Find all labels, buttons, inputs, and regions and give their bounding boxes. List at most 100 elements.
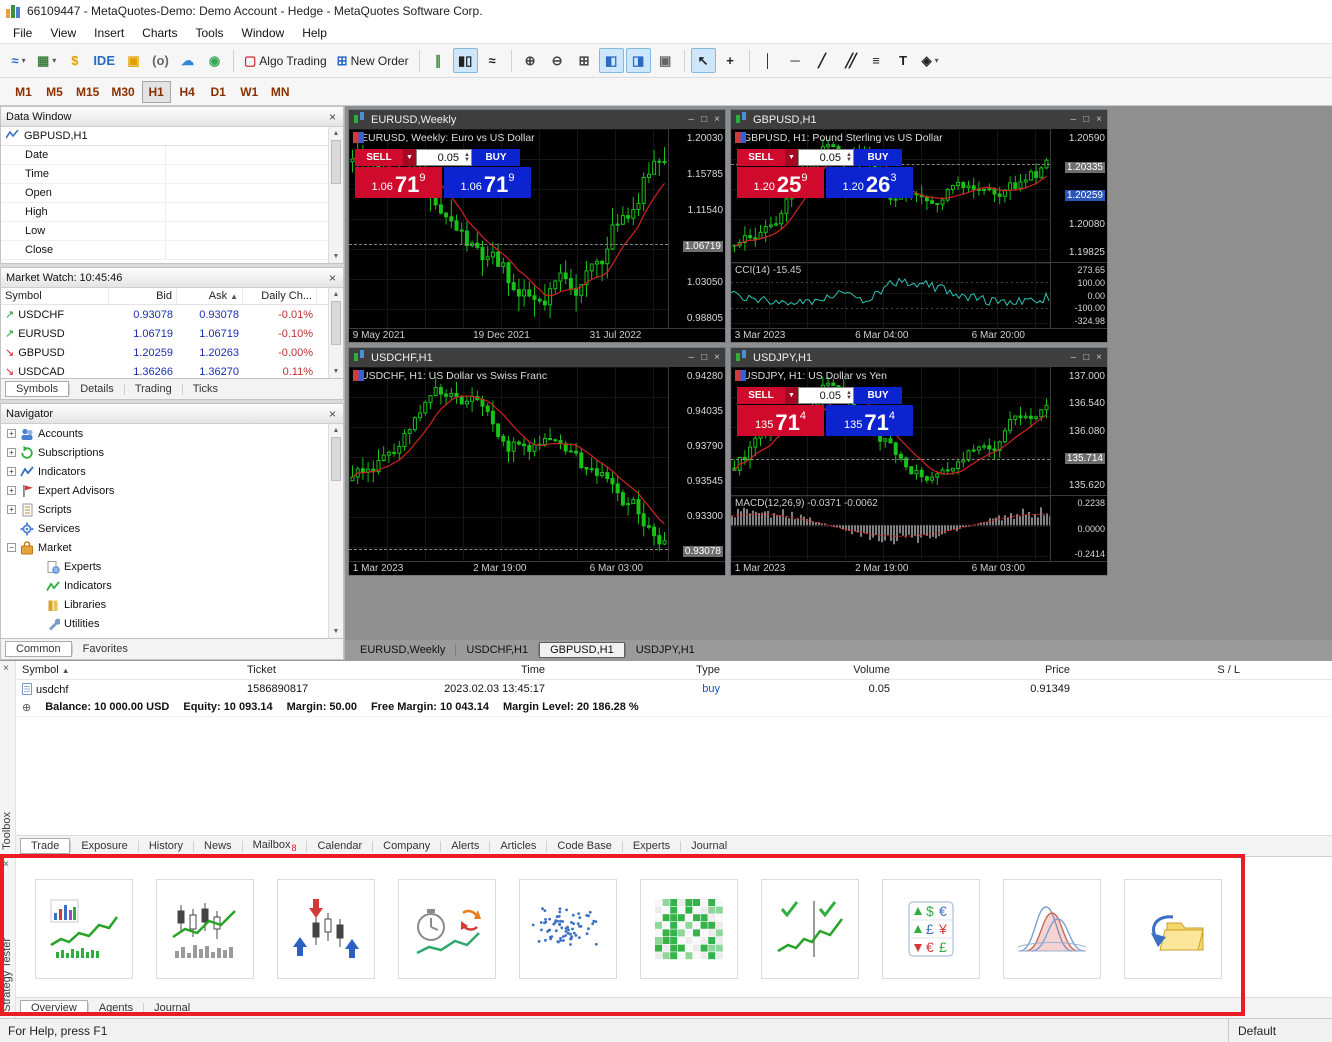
navigator-item-indicators[interactable]: Indicators — [1, 576, 343, 595]
navigator-item-libraries[interactable]: Libraries — [1, 595, 343, 614]
timeframe-d1[interactable]: D1 — [204, 81, 233, 103]
market-watch-row-usdcad[interactable]: ↘USDCAD1.362661.362700.11% — [1, 362, 343, 378]
scroll-up-icon[interactable]: ▲ — [329, 127, 343, 140]
column-header-time[interactable]: Time — [411, 664, 551, 676]
signals-button[interactable]: (o) — [148, 48, 173, 73]
column-header-symbol[interactable]: Symbol — [1, 288, 109, 304]
minimize-icon[interactable]: – — [1071, 114, 1077, 125]
toolbox-tab-code-base[interactable]: Code Base — [547, 838, 621, 854]
new-chart-button[interactable]: ≈▾ — [6, 48, 31, 73]
market-watch-row-eurusd[interactable]: ↗EURUSD1.067191.06719-0.10% — [1, 324, 343, 343]
close-icon[interactable]: × — [327, 407, 338, 421]
toolbox-tab-experts[interactable]: Experts — [623, 838, 680, 854]
tester-tab-journal[interactable]: Journal — [144, 1000, 200, 1016]
tester-tile-optimization-mosaic[interactable] — [640, 879, 738, 979]
timeframe-m1[interactable]: M1 — [9, 81, 38, 103]
toolbox-tab-articles[interactable]: Articles — [490, 838, 546, 854]
chart-window-titlebar[interactable]: GBPUSD,H1–□× — [731, 110, 1107, 129]
maximize-icon[interactable]: □ — [701, 114, 707, 125]
indicator-plot[interactable]: MACD(12,26,9) -0.0371 -0.0062 — [731, 496, 1050, 561]
chart-tab-eurusd-weekly[interactable]: EURUSD,Weekly — [350, 642, 455, 658]
scroll-up-icon[interactable]: ▲ — [329, 424, 343, 437]
chart-window-usdchf-h1[interactable]: USDCHF,H1–□×USDCHF, H1: US Dollar vs Swi… — [348, 347, 726, 576]
maximize-icon[interactable]: □ — [1083, 114, 1089, 125]
chart-plot[interactable]: EURUSD, Weekly: Euro vs US DollarSELL▼0.… — [349, 129, 668, 328]
chart-tab-usdjpy-h1[interactable]: USDJPY,H1 — [626, 642, 705, 658]
expand-icon[interactable]: ⊕ — [22, 701, 31, 714]
order-type-dropdown[interactable]: ▼ — [785, 387, 798, 404]
cursor-button[interactable]: ↖ — [691, 48, 716, 73]
tree-expander-icon[interactable]: + — [7, 448, 16, 457]
navigator-item-utilities[interactable]: Utilities — [1, 614, 343, 633]
time-axis[interactable]: 9 May 202119 Dec 202131 Jul 2022 — [349, 328, 725, 342]
lot-spinner[interactable]: ▲▼ — [846, 150, 852, 165]
lot-input[interactable]: 0.05▲▼ — [798, 149, 854, 166]
arrange-left-button[interactable]: ◧ — [599, 48, 624, 73]
tester-tile-optimization-scatter[interactable] — [519, 879, 617, 979]
timeframe-m15[interactable]: M15 — [71, 81, 104, 103]
tile-windows-button[interactable]: ⊞ — [572, 48, 597, 73]
toolbox-tab-journal[interactable]: Journal — [681, 838, 737, 854]
lot-spinner[interactable]: ▲▼ — [846, 388, 852, 403]
navigator-item-expert-advisors[interactable]: +Expert Advisors — [1, 481, 343, 500]
price-axis[interactable]: 137.000136.540136.080135.714135.620 — [1050, 367, 1107, 495]
timeframe-h4[interactable]: H4 — [173, 81, 202, 103]
timeframe-mn[interactable]: MN — [266, 81, 295, 103]
time-axis[interactable]: 1 Mar 20232 Mar 19:006 Mar 03:00 — [731, 561, 1107, 575]
toolbox-tab-company[interactable]: Company — [373, 838, 440, 854]
chart-window-usdjpy-h1[interactable]: USDJPY,H1–□×USDJPY, H1: US Dollar vs Yen… — [730, 347, 1108, 576]
column-header-ask[interactable]: Ask▲ — [177, 288, 243, 304]
indicator-axis[interactable]: 0.22380.0000-0.2414 — [1050, 496, 1107, 561]
navigator-item-services[interactable]: Services — [1, 519, 343, 538]
ide-button[interactable]: IDE — [89, 48, 119, 73]
screenshot-button[interactable]: ▣ — [653, 48, 678, 73]
column-header-symbol[interactable]: Symbol▲ — [16, 664, 241, 676]
column-header-daily-ch[interactable]: Daily Ch... — [243, 288, 317, 304]
navigator-item-market[interactable]: −Market — [1, 538, 343, 557]
tree-expander-icon[interactable]: + — [7, 486, 16, 495]
zoom-out-button[interactable]: ⊖ — [545, 48, 570, 73]
sell-price-button[interactable]: 1.06719 — [355, 167, 442, 198]
menu-charts[interactable]: Charts — [133, 23, 186, 43]
price-axis[interactable]: 0.942800.940350.937900.935450.933000.930… — [668, 367, 725, 561]
sell-button[interactable]: SELL — [737, 387, 785, 404]
chart-window-titlebar[interactable]: USDCHF,H1–□× — [349, 348, 725, 367]
toolbox-tab-alerts[interactable]: Alerts — [441, 838, 489, 854]
navigator-item-experts[interactable]: Experts — [1, 557, 343, 576]
column-header-bid[interactable]: Bid — [109, 288, 177, 304]
tree-expander-icon[interactable]: − — [7, 543, 16, 552]
vertical-line-button[interactable]: │ — [756, 48, 781, 73]
chart-window-gbpusd-h1[interactable]: GBPUSD,H1–□×GBPUSD, H1: Pound Sterling v… — [730, 109, 1108, 343]
tester-tab-overview[interactable]: Overview — [20, 1000, 88, 1016]
time-axis[interactable]: 1 Mar 20232 Mar 19:006 Mar 03:00 — [349, 561, 725, 575]
menu-tools[interactable]: Tools — [187, 23, 233, 43]
toolbox-tab-mailbox[interactable]: Mailbox8 — [243, 837, 307, 855]
order-type-dropdown[interactable]: ▼ — [785, 149, 798, 166]
tester-tile-currency-matrix[interactable]: $€£¥€£ — [882, 879, 980, 979]
buy-price-button[interactable]: 1.20263 — [826, 167, 913, 198]
toolbox-tab-history[interactable]: History — [139, 838, 193, 854]
tab-favorites[interactable]: Favorites — [73, 641, 138, 657]
scroll-down-icon[interactable]: ▼ — [329, 250, 343, 263]
chart-tab-usdchf-h1[interactable]: USDCHF,H1 — [456, 642, 538, 658]
chart-line-button[interactable]: ≈ — [480, 48, 505, 73]
lot-input[interactable]: 0.05▲▼ — [798, 387, 854, 404]
column-header-price[interactable]: Price — [896, 664, 1076, 676]
tree-expander-icon[interactable]: + — [7, 505, 16, 514]
scroll-thumb[interactable] — [331, 301, 341, 345]
tree-expander-icon[interactable]: + — [7, 429, 16, 438]
timeframe-m30[interactable]: M30 — [106, 81, 139, 103]
price-axis[interactable]: 1.205901.203351.202591.200801.19825 — [1050, 129, 1107, 262]
scrollbar[interactable]: ▲▼ — [328, 127, 343, 263]
scrollbar[interactable]: ▲▼ — [328, 424, 343, 638]
chart-plot[interactable]: GBPUSD, H1: Pound Sterling vs US DollarS… — [731, 129, 1050, 262]
column-header-s-l[interactable]: S / L — [1076, 664, 1246, 676]
scroll-thumb[interactable] — [331, 140, 341, 184]
channel-button[interactable]: ╱╱ — [837, 48, 862, 73]
indicator-axis[interactable]: 273.65100.000.00-100.00-324.98 — [1050, 263, 1107, 328]
column-header-type[interactable]: Type — [551, 664, 726, 676]
crosshair-button[interactable]: + — [718, 48, 743, 73]
chart-tab-gbpusd-h1[interactable]: GBPUSD,H1 — [539, 642, 625, 658]
navigator-item-indicators[interactable]: +Indicators — [1, 462, 343, 481]
tester-tile-optimization-speed[interactable] — [398, 879, 496, 979]
